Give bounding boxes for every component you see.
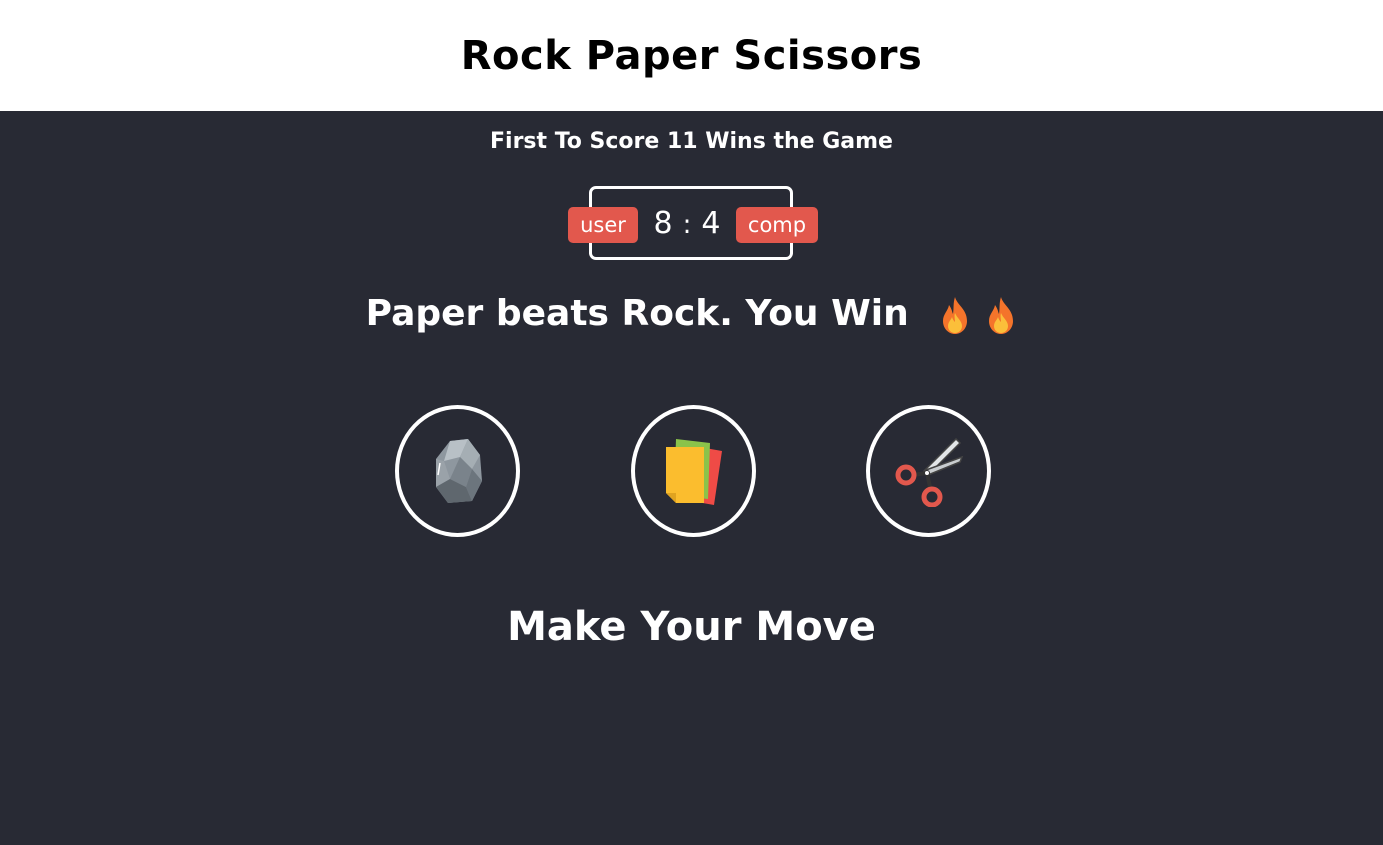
rock-choice-button[interactable] xyxy=(395,405,520,537)
result-icons xyxy=(939,295,1017,335)
user-score: 8 xyxy=(653,206,673,241)
rock-icon xyxy=(435,439,482,503)
user-badge: user xyxy=(568,207,638,243)
paper-choice-button[interactable] xyxy=(631,405,756,537)
result-text: Paper beats Rock. You Win xyxy=(365,293,909,334)
fire-icon xyxy=(943,297,968,334)
app-title: Rock Paper Scissors xyxy=(460,32,923,79)
make-move-prompt: Make Your Move xyxy=(507,604,876,650)
score-display: 8:4 xyxy=(638,204,736,245)
comp-score: 4 xyxy=(701,206,721,241)
result-message: Paper beats Rock. You Win xyxy=(0,293,1383,335)
scissors-choice-button[interactable] xyxy=(866,405,991,537)
game-rules-subtitle: First To Score 11 Wins the Game xyxy=(490,129,893,154)
score-separator: : xyxy=(682,210,692,240)
app-header: Rock Paper Scissors xyxy=(0,0,1383,111)
game-area: First To Score 11 Wins the Game user 8:4… xyxy=(0,111,1383,845)
comp-badge: comp xyxy=(736,207,818,243)
scissors-icon xyxy=(895,437,963,507)
paper-icon xyxy=(665,439,722,505)
fire-icon xyxy=(989,297,1014,334)
